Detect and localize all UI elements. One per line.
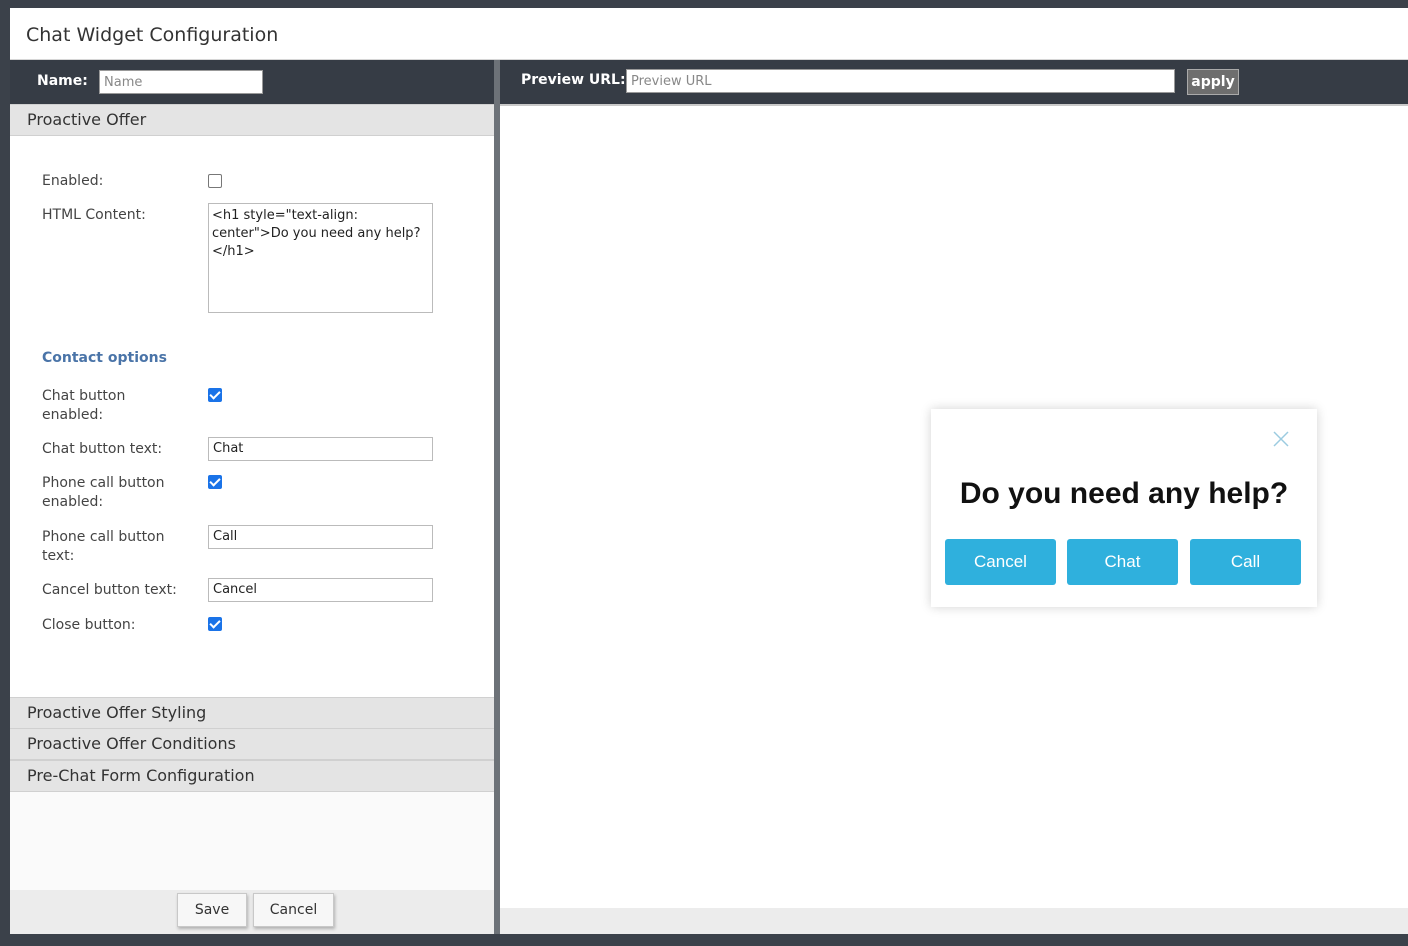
accordion-header-proactive-offer-styling[interactable]: Proactive Offer Styling xyxy=(10,697,494,729)
chat-button-text-input[interactable]: Chat xyxy=(208,437,433,461)
enabled-label: Enabled: xyxy=(42,173,104,189)
cancel-button-text-label: Cancel button text: xyxy=(42,582,177,598)
phone-call-button-enabled-checkbox[interactable] xyxy=(208,475,222,489)
toolbar: Name: Preview URL: apply xyxy=(10,60,1408,104)
title-bar: Chat Widget Configuration xyxy=(10,8,1408,60)
chat-button-enabled-label: Chat button enabled: xyxy=(42,387,125,425)
apply-button[interactable]: apply xyxy=(1187,69,1239,95)
preview-pane: Do you need any help? Cancel Chat Call xyxy=(500,104,1408,934)
config-pane: Proactive Offer Enabled: HTML Content: <… xyxy=(10,104,494,934)
accordion-header-proactive-offer[interactable]: Proactive Offer xyxy=(10,104,494,136)
preview-cancel-button[interactable]: Cancel xyxy=(945,539,1056,585)
phone-enabled-label-line1: Phone call button xyxy=(42,475,165,491)
name-label: Name: xyxy=(37,73,88,89)
contact-options-title: Contact options xyxy=(42,350,167,366)
preview-heading: Do you need any help? xyxy=(959,477,1289,510)
chat-widget-config-window: Chat Widget Configuration Name: Preview … xyxy=(10,8,1408,934)
close-button-label: Close button: xyxy=(42,617,136,633)
proactive-offer-panel: Enabled: HTML Content: <h1 style="text-a… xyxy=(10,136,494,697)
chat-button-enabled-label-line1: Chat button xyxy=(42,388,126,404)
html-content-textarea[interactable]: <h1 style="text-align: center">Do you ne… xyxy=(208,203,433,313)
name-input[interactable] xyxy=(99,70,263,94)
html-content-label: HTML Content: xyxy=(42,207,146,223)
preview-scrollbar[interactable] xyxy=(500,908,1408,934)
accordion-header-pre-chat-form[interactable]: Pre-Chat Form Configuration xyxy=(10,760,494,792)
preview-url-label: Preview URL: xyxy=(521,72,626,88)
phone-call-button-enabled-label: Phone call button enabled: xyxy=(42,474,165,512)
cancel-button-text-input[interactable]: Cancel xyxy=(208,578,433,602)
close-button-checkbox[interactable] xyxy=(208,617,222,631)
preview-call-button[interactable]: Call xyxy=(1190,539,1301,585)
form-footer: Save Cancel xyxy=(10,890,494,934)
proactive-offer-preview: Do you need any help? Cancel Chat Call xyxy=(931,409,1317,607)
phone-call-button-text-input[interactable]: Call xyxy=(208,525,433,549)
enabled-checkbox[interactable] xyxy=(208,174,222,188)
phone-text-label-line2: text: xyxy=(42,548,75,564)
preview-chat-button[interactable]: Chat xyxy=(1067,539,1178,585)
chat-button-text-label: Chat button text: xyxy=(42,441,163,457)
phone-text-label-line1: Phone call button xyxy=(42,529,165,545)
phone-enabled-label-line2: enabled: xyxy=(42,494,104,510)
close-x-icon[interactable] xyxy=(1271,429,1291,449)
chat-button-enabled-checkbox[interactable] xyxy=(208,388,222,402)
chat-button-enabled-label-line2: enabled: xyxy=(42,407,104,423)
phone-call-button-text-label: Phone call button text: xyxy=(42,528,165,566)
page-title: Chat Widget Configuration xyxy=(26,24,279,46)
accordion-header-proactive-offer-conditions[interactable]: Proactive Offer Conditions xyxy=(10,728,494,760)
cancel-button[interactable]: Cancel xyxy=(253,893,334,927)
save-button[interactable]: Save xyxy=(177,893,247,927)
preview-url-input[interactable] xyxy=(626,69,1175,93)
